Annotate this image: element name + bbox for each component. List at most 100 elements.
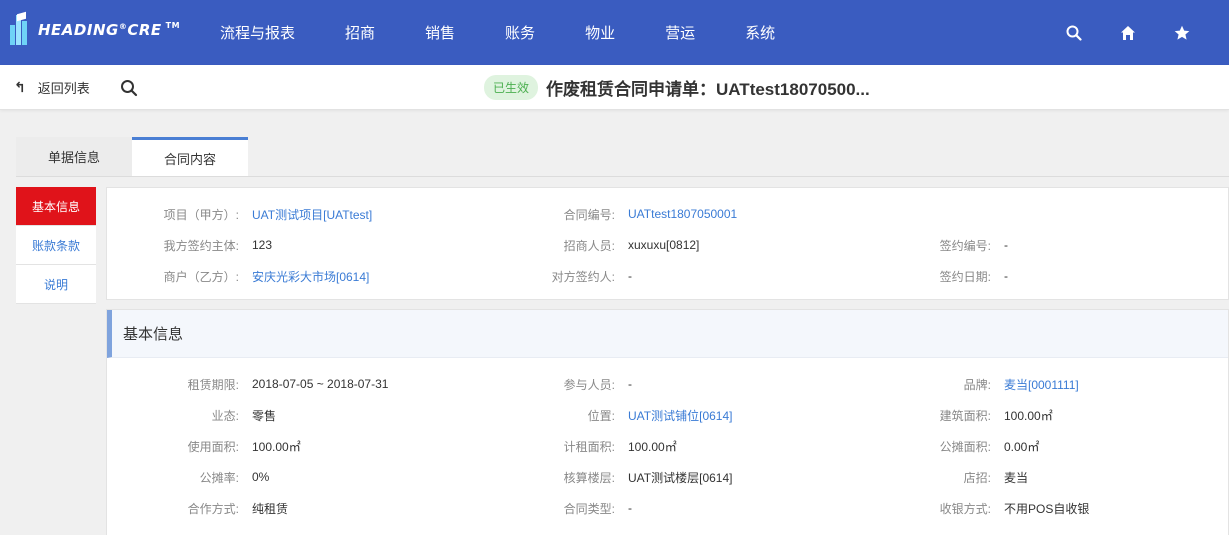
project-link[interactable]: UAT测试项目[UATtest]: [252, 206, 372, 223]
field-sign-no: 签约编号: -: [871, 235, 1008, 255]
field-label: 对方签约人:: [551, 269, 615, 284]
field-value: 0.00㎡: [1004, 439, 1040, 454]
field-location: 位置: UAT测试铺位[0614]: [495, 405, 733, 425]
top-icon-group: [1031, 0, 1193, 65]
field-business-type: 业态: 零售: [119, 405, 276, 425]
side-item-notes[interactable]: 说明: [16, 265, 96, 304]
field-cashier-mode: 收银方式: 不用POS自收银: [871, 498, 1090, 518]
field-label: 合同类型:: [563, 501, 615, 516]
home-icon[interactable]: [1117, 22, 1139, 44]
menu-item-accounts[interactable]: 账务: [505, 22, 535, 43]
field-recruiter: 招商人员: xuxuxu[0812]: [495, 235, 700, 255]
menu-item-sales[interactable]: 销售: [425, 22, 455, 43]
field-coop-mode: 合作方式: 纯租赁: [119, 498, 288, 518]
menu-item-system[interactable]: 系统: [745, 22, 775, 43]
field-value: 123: [252, 238, 273, 252]
field-contract-type: 合同类型: -: [495, 498, 632, 518]
field-value: -: [628, 377, 632, 391]
field-value: -: [1004, 269, 1008, 283]
main-menu: 流程与报表 招商 销售 账务 物业 营运 系统: [204, 0, 825, 65]
field-brand: 品牌: 麦当[0001111]: [871, 374, 1079, 394]
field-label: 业态:: [211, 408, 239, 423]
logo-text: HEADING®CRE TM: [38, 21, 181, 39]
side-item-payment-terms[interactable]: 账款条款: [16, 226, 96, 265]
menu-item-operations[interactable]: 营运: [665, 22, 695, 43]
menu-item-reports[interactable]: 流程与报表: [220, 22, 295, 43]
field-value: -: [628, 501, 632, 515]
field-label: 公摊面积:: [939, 439, 991, 454]
field-value: 2018-07-05 ~ 2018-07-31: [252, 377, 389, 391]
field-value: 100.00㎡: [1004, 408, 1053, 423]
field-label: 核算楼层:: [563, 470, 615, 485]
field-label: 我方签约主体:: [163, 238, 239, 253]
contract-summary-card: 项目（甲方）: UAT测试项目[UATtest] 合同编号: UATtest18…: [106, 187, 1229, 300]
field-label: 商户（乙方）:: [163, 269, 239, 284]
field-shared-rate: 公摊率: 0%: [119, 467, 270, 487]
field-label: 签约日期:: [939, 269, 991, 284]
field-label: 店招:: [963, 470, 991, 485]
field-shared-area: 公摊面积: 0.00㎡: [871, 436, 1040, 456]
menu-item-property[interactable]: 物业: [585, 22, 615, 43]
page-title: 作废租赁合同申请单：UATtest18070500...: [546, 80, 870, 99]
contract-no-link[interactable]: UATtest1807050001: [628, 207, 737, 221]
field-label: 合作方式:: [187, 501, 239, 516]
field-label: 参与人员:: [563, 377, 615, 392]
field-lease-term: 租赁期限: 2018-07-05 ~ 2018-07-31: [119, 374, 389, 394]
field-rent-area: 计租面积: 100.00㎡: [495, 436, 677, 456]
side-item-basic-info[interactable]: 基本信息: [16, 187, 96, 226]
back-arrow-icon: ↰: [14, 79, 26, 95]
field-label: 品牌:: [963, 377, 991, 392]
field-label: 合同编号:: [563, 207, 615, 222]
field-usable-area: 使用面积: 100.00㎡: [119, 436, 301, 456]
field-value: 0%: [252, 470, 270, 484]
field-tenant: 商户（乙方）: 安庆光彩大市场[0614]: [119, 266, 370, 286]
field-project: 项目（甲方）: UAT测试项目[UATtest]: [119, 204, 373, 224]
field-label: 收银方式:: [939, 501, 991, 516]
status-badge: 已生效: [484, 75, 539, 100]
field-participants: 参与人员: -: [495, 374, 632, 394]
field-counter-signer: 对方签约人: -: [495, 266, 632, 286]
field-label: 使用面积:: [187, 439, 239, 454]
field-label: 建筑面积:: [939, 408, 991, 423]
location-link[interactable]: UAT测试铺位[0614]: [628, 407, 732, 424]
field-value: -: [1004, 238, 1008, 252]
field-value: 100.00㎡: [252, 439, 301, 454]
field-building-area: 建筑面积: 100.00㎡: [871, 405, 1053, 425]
brand-link[interactable]: 麦当[0001111]: [1004, 376, 1079, 393]
page-subheader: ↰ 返回列表 已生效 作废租赁合同申请单：UATtest18070500...: [0, 65, 1229, 110]
tab-divider: [16, 176, 1229, 177]
basic-info-card: 基本信息 租赁期限: 2018-07-05 ~ 2018-07-31 参与人员:…: [106, 309, 1229, 535]
field-label: 签约编号:: [939, 238, 991, 253]
search-icon[interactable]: [120, 79, 138, 97]
field-sign-date: 签约日期: -: [871, 266, 1008, 286]
side-menu: 基本信息 账款条款 说明: [16, 187, 96, 304]
field-floor: 核算楼层: UAT测试楼层[0614]: [495, 467, 733, 487]
field-label: 招商人员:: [563, 238, 615, 253]
field-value: -: [628, 269, 632, 283]
field-value: 麦当: [1004, 470, 1029, 485]
back-to-list-label: 返回列表: [37, 81, 90, 96]
field-label: 位置:: [587, 408, 615, 423]
field-value: 零售: [252, 408, 277, 423]
top-navbar: HEADING®CRE TM 流程与报表 招商 销售 账务 物业 营运 系统: [0, 0, 1229, 65]
field-label: 租赁期限:: [187, 377, 239, 392]
field-value: UAT测试楼层[0614]: [628, 470, 733, 485]
page-title-group: 已生效 作废租赁合同申请单：UATtest18070500...: [484, 65, 870, 110]
star-icon[interactable]: [1171, 22, 1193, 44]
tenant-link[interactable]: 安庆光彩大市场[0614]: [252, 268, 369, 285]
menu-item-leasing[interactable]: 招商: [345, 22, 375, 43]
field-label: 公摊率:: [199, 470, 239, 485]
logo-building-icon: [10, 11, 30, 45]
search-icon[interactable]: [1063, 22, 1085, 44]
field-label: 项目（甲方）:: [163, 207, 239, 222]
app-logo[interactable]: HEADING®CRE TM: [10, 11, 181, 46]
back-to-list-button[interactable]: ↰ 返回列表: [14, 65, 90, 110]
field-value: 100.00㎡: [628, 439, 677, 454]
tab-contract-content[interactable]: 合同内容: [132, 137, 248, 176]
field-value: 纯租赁: [252, 501, 289, 516]
field-our-party: 我方签约主体: 123: [119, 235, 272, 255]
field-value: 不用POS自收银: [1004, 501, 1090, 516]
tab-document-info[interactable]: 单据信息: [16, 137, 132, 176]
field-shop-sign: 店招: 麦当: [871, 467, 1028, 487]
field-value: xuxuxu[0812]: [628, 238, 700, 252]
